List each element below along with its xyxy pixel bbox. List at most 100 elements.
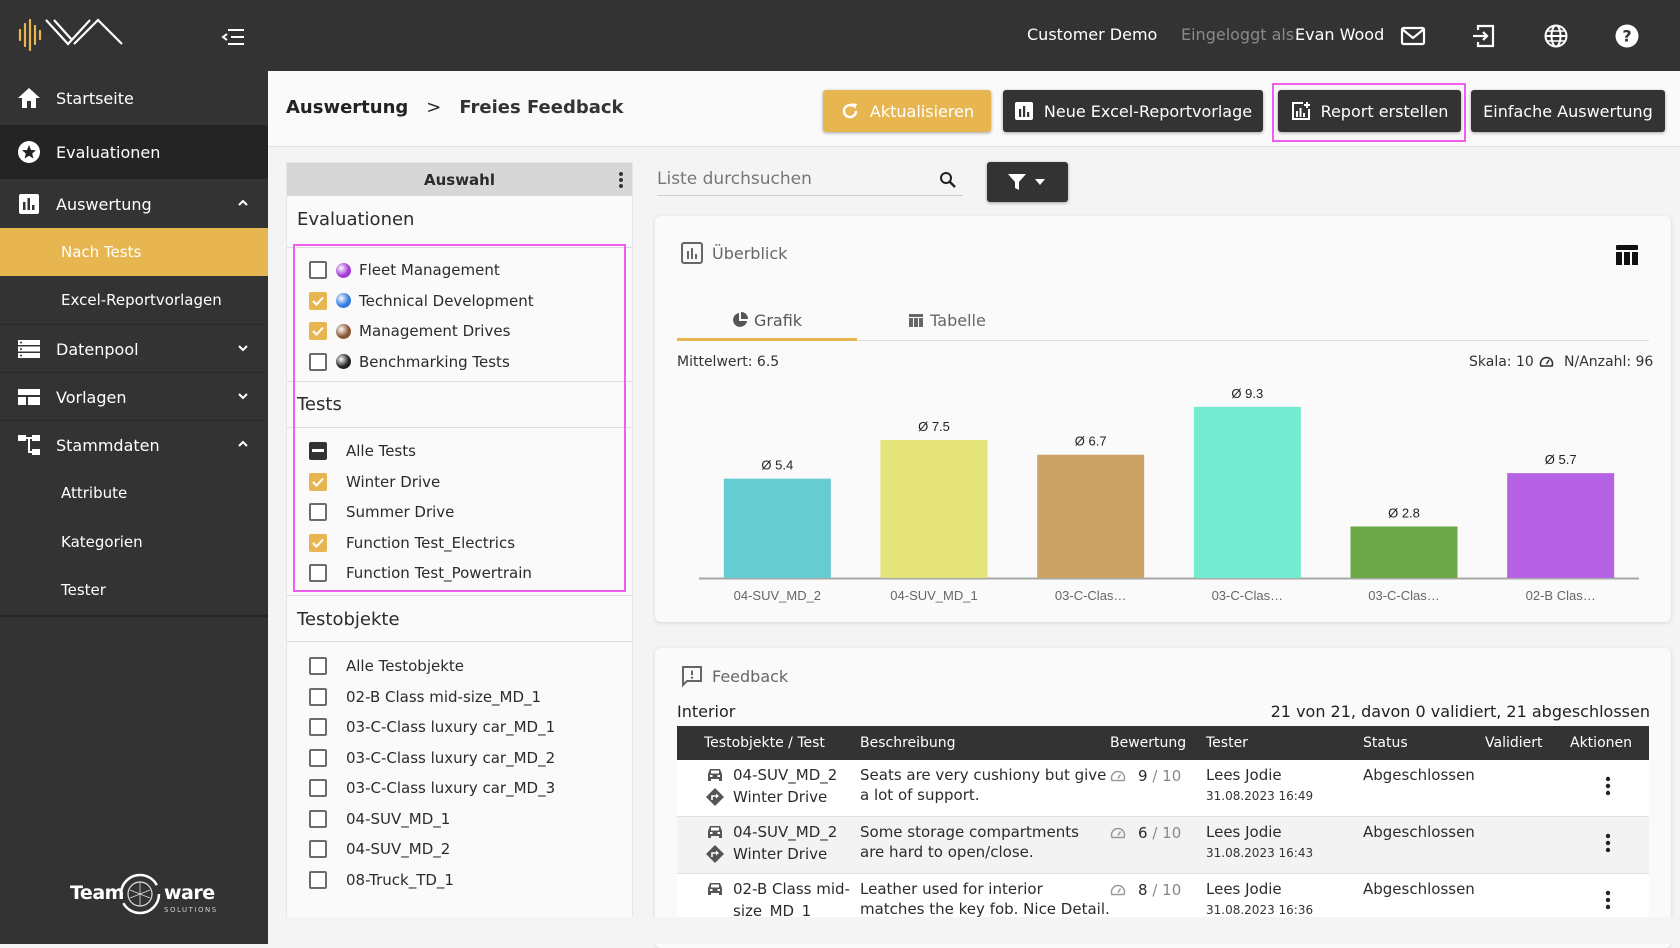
test-item[interactable]: Winter Drive bbox=[309, 468, 440, 496]
column-header[interactable]: Aktionen bbox=[1570, 735, 1632, 751]
selection-panel: Auswahl Evaluationen Tests Testobjekte F… bbox=[286, 162, 633, 918]
column-header[interactable]: Bewertung bbox=[1110, 735, 1186, 751]
simple-evaluation-button[interactable]: Einfache Auswertung bbox=[1471, 90, 1665, 132]
sidebar-item-evaluationen[interactable]: Evaluationen bbox=[0, 125, 268, 179]
evaluation-item[interactable]: Technical Development bbox=[309, 287, 534, 315]
sidebar-item-stammdaten[interactable]: Stammdaten bbox=[0, 419, 268, 471]
checkbox-unchecked[interactable] bbox=[309, 870, 327, 889]
checkbox-indeterminate[interactable] bbox=[309, 442, 327, 460]
sidebar-item-attribute[interactable]: Attribute bbox=[0, 469, 268, 517]
checkbox-unchecked[interactable] bbox=[309, 261, 327, 279]
evaluation-item[interactable]: Fleet Management bbox=[309, 256, 500, 284]
logout-icon[interactable] bbox=[1470, 22, 1498, 50]
sidebar-item-excel-reportvorlagen[interactable]: Excel-Reportvorlagen bbox=[0, 276, 268, 324]
sidebar-item-vorlagen[interactable]: Vorlagen bbox=[0, 371, 268, 423]
chevron-down-icon bbox=[238, 393, 248, 400]
breadcrumb-current: Freies Feedback bbox=[459, 97, 624, 118]
sidebar-item-auswertung[interactable]: Auswertung bbox=[0, 178, 268, 230]
checkbox-unchecked[interactable] bbox=[309, 840, 327, 858]
panel-title: Auswahl bbox=[423, 170, 495, 189]
search-input[interactable] bbox=[657, 164, 917, 194]
tab-grafik[interactable]: Grafik bbox=[677, 300, 857, 340]
column-header[interactable]: Testobjekte / Test bbox=[704, 735, 825, 751]
checkbox-label: 04-SUV_MD_2 bbox=[346, 840, 451, 858]
checkbox-label: Alle Testobjekte bbox=[346, 657, 465, 675]
evaluation-item[interactable]: Benchmarking Tests bbox=[309, 348, 510, 376]
divider bbox=[287, 427, 632, 428]
checkbox-checked[interactable] bbox=[309, 291, 327, 310]
more-vertical-icon[interactable] bbox=[1605, 776, 1611, 796]
checkbox-checked[interactable] bbox=[309, 472, 327, 491]
sidebar-item-kategorien[interactable]: Kategorien bbox=[0, 518, 268, 566]
column-header[interactable]: Tester bbox=[1206, 735, 1248, 751]
testobject-item[interactable]: 04-SUV_MD_1 bbox=[309, 805, 450, 833]
checkbox-unchecked[interactable] bbox=[309, 657, 327, 675]
bar[interactable] bbox=[880, 440, 988, 578]
breadcrumb-item[interactable]: Auswertung bbox=[286, 97, 408, 118]
test-name: Winter Drive bbox=[733, 845, 828, 863]
checkbox-unchecked[interactable] bbox=[309, 748, 327, 767]
checkbox-checked[interactable] bbox=[309, 322, 327, 340]
evaluation-item[interactable]: Management Drives bbox=[309, 317, 510, 345]
bar[interactable] bbox=[1350, 526, 1458, 578]
sidebar-item-nach-tests[interactable]: Nach Tests bbox=[0, 228, 268, 276]
sidebar-item-label: Nach Tests bbox=[61, 243, 142, 261]
refresh-button[interactable]: Aktualisieren bbox=[823, 90, 991, 132]
table-row[interactable]: 04-SUV_MD_2 Winter Drive Seats are very cu… bbox=[677, 760, 1649, 817]
more-vertical-icon[interactable] bbox=[1605, 890, 1611, 910]
checkbox-checked[interactable] bbox=[309, 533, 327, 552]
checkbox-label: Summer Drive bbox=[346, 503, 455, 521]
filter-dropdown-button[interactable] bbox=[987, 162, 1068, 202]
object-name: 04-SUV_MD_2 bbox=[733, 823, 838, 841]
test-item[interactable]: Alle Tests bbox=[309, 437, 416, 465]
testobject-item[interactable]: 03-C-Class luxury car_MD_3 bbox=[309, 774, 555, 802]
bar[interactable] bbox=[1193, 406, 1301, 578]
table-row[interactable]: 04-SUV_MD_2 Winter Drive Some storage comp… bbox=[677, 817, 1649, 874]
checkbox-label: 02-B Class mid-size_MD_1 bbox=[346, 687, 542, 706]
object-cell: 04-SUV_MD_2 Winter Drive bbox=[705, 764, 837, 808]
testobject-item[interactable]: Alle Testobjekte bbox=[309, 652, 464, 680]
checkbox-unchecked[interactable] bbox=[309, 779, 327, 797]
topbar: Customer Demo Eingeloggt als: Evan Wood … bbox=[268, 0, 1680, 71]
column-header[interactable]: Validiert bbox=[1485, 735, 1542, 751]
testobject-item[interactable]: 08-Truck_TD_1 bbox=[309, 866, 454, 894]
more-vertical-icon[interactable] bbox=[618, 171, 624, 189]
sidebar-item-datenpool[interactable]: Datenpool bbox=[0, 323, 268, 375]
button-label: Aktualisieren bbox=[869, 101, 975, 121]
checkbox-unchecked[interactable] bbox=[309, 718, 327, 736]
new-excel-template-button[interactable]: Neue Excel-Reportvorlage bbox=[1003, 90, 1263, 132]
checkbox-unchecked[interactable] bbox=[309, 503, 327, 521]
test-item[interactable]: Function Test_Electrics bbox=[309, 529, 515, 557]
bar[interactable] bbox=[723, 478, 831, 578]
bar[interactable] bbox=[1507, 473, 1615, 578]
testobject-item[interactable]: 03-C-Class luxury car_MD_1 bbox=[309, 713, 555, 741]
search-icon[interactable] bbox=[939, 171, 957, 189]
button-label: Report erstellen bbox=[1320, 101, 1449, 121]
globe-icon[interactable] bbox=[1542, 22, 1570, 50]
testobject-item[interactable]: 02-B Class mid-size_MD_1 bbox=[309, 683, 541, 711]
testobject-item[interactable]: 03-C-Class luxury car_MD_2 bbox=[309, 744, 555, 772]
test-item[interactable]: Summer Drive bbox=[309, 498, 454, 526]
sidebar-item-tester[interactable]: Tester bbox=[0, 566, 268, 614]
more-vertical-icon[interactable] bbox=[1605, 833, 1611, 853]
rating-cell: 6 / 10 bbox=[1110, 824, 1181, 842]
mail-icon[interactable] bbox=[1399, 22, 1427, 50]
checkbox-unchecked[interactable] bbox=[309, 564, 327, 582]
menu-collapse-icon[interactable] bbox=[220, 26, 246, 48]
test-item[interactable]: Function Test_Powertrain bbox=[309, 559, 532, 587]
timestamp: 31.08.2023 16:36 bbox=[1206, 903, 1314, 917]
create-report-button[interactable]: Report erstellen bbox=[1278, 90, 1461, 132]
tab-tabelle[interactable]: Tabelle bbox=[857, 300, 1037, 340]
checkbox-unchecked[interactable] bbox=[309, 352, 327, 371]
checkbox-unchecked[interactable] bbox=[309, 687, 327, 706]
timestamp: 31.08.2023 16:49 bbox=[1206, 789, 1314, 803]
column-header[interactable]: Beschreibung bbox=[860, 735, 956, 751]
bar[interactable] bbox=[1037, 454, 1145, 578]
testobject-item[interactable]: 04-SUV_MD_2 bbox=[309, 835, 450, 863]
sidebar-item-startseite[interactable]: Startseite bbox=[0, 72, 268, 124]
help-icon[interactable]: ? bbox=[1613, 22, 1641, 50]
column-header[interactable]: Status bbox=[1363, 735, 1408, 751]
tester-name: Lees Jodie bbox=[1206, 823, 1282, 841]
checkbox-unchecked[interactable] bbox=[309, 809, 327, 828]
table-view-icon[interactable] bbox=[1615, 244, 1639, 266]
